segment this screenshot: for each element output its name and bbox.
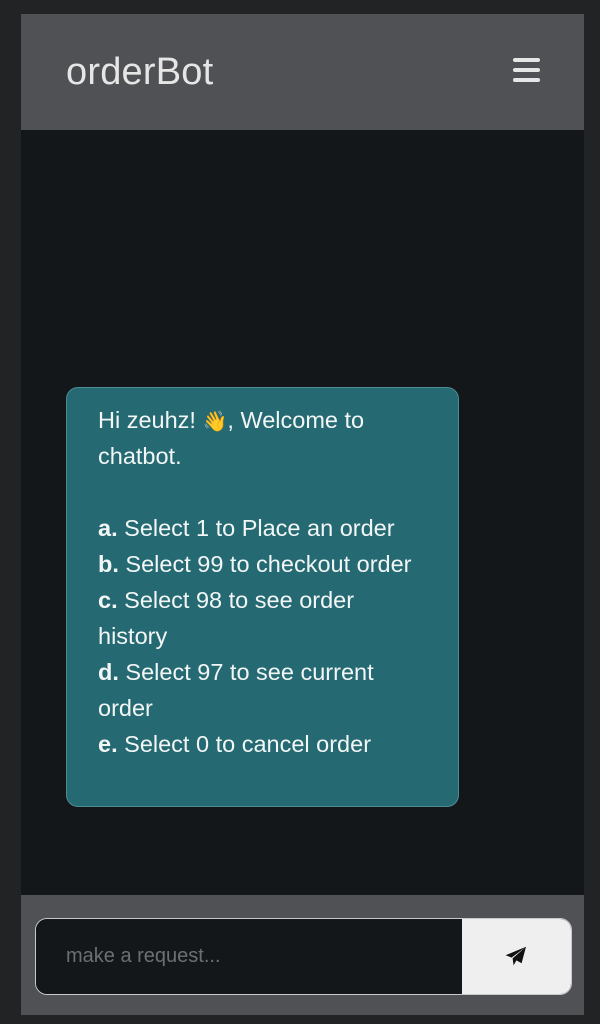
option-a: a. Select 1 to Place an order <box>98 515 395 541</box>
app-title: orderBot <box>66 51 214 93</box>
app-header: orderBot <box>21 14 584 130</box>
send-button[interactable] <box>462 919 571 994</box>
waving-hand-icon: 👋 <box>202 411 228 433</box>
menu-button[interactable] <box>506 54 546 88</box>
greeting-text: Hi zeuhz! 👋, Welcome to chatbot. <box>98 407 365 469</box>
option-c: c. Select 98 to see order history <box>98 587 355 649</box>
composer-group <box>35 918 572 995</box>
paper-plane-send-icon <box>505 946 526 966</box>
message-input[interactable] <box>36 919 462 994</box>
option-e: e. Select 0 to cancel order <box>98 731 372 757</box>
bot-message-bubble: Hi zeuhz! 👋, Welcome to chatbot. a. Sele… <box>66 387 459 807</box>
option-b: b. Select 99 to checkout order <box>98 551 412 577</box>
chat-app: orderBot Hi zeuhz! 👋, Welcome to chatbot… <box>21 14 584 1015</box>
message-list: Hi zeuhz! 👋, Welcome to chatbot. a. Sele… <box>21 130 584 895</box>
message-spacer <box>98 474 428 510</box>
option-d: d. Select 97 to see current order <box>98 659 374 721</box>
composer-bar <box>21 895 584 1015</box>
